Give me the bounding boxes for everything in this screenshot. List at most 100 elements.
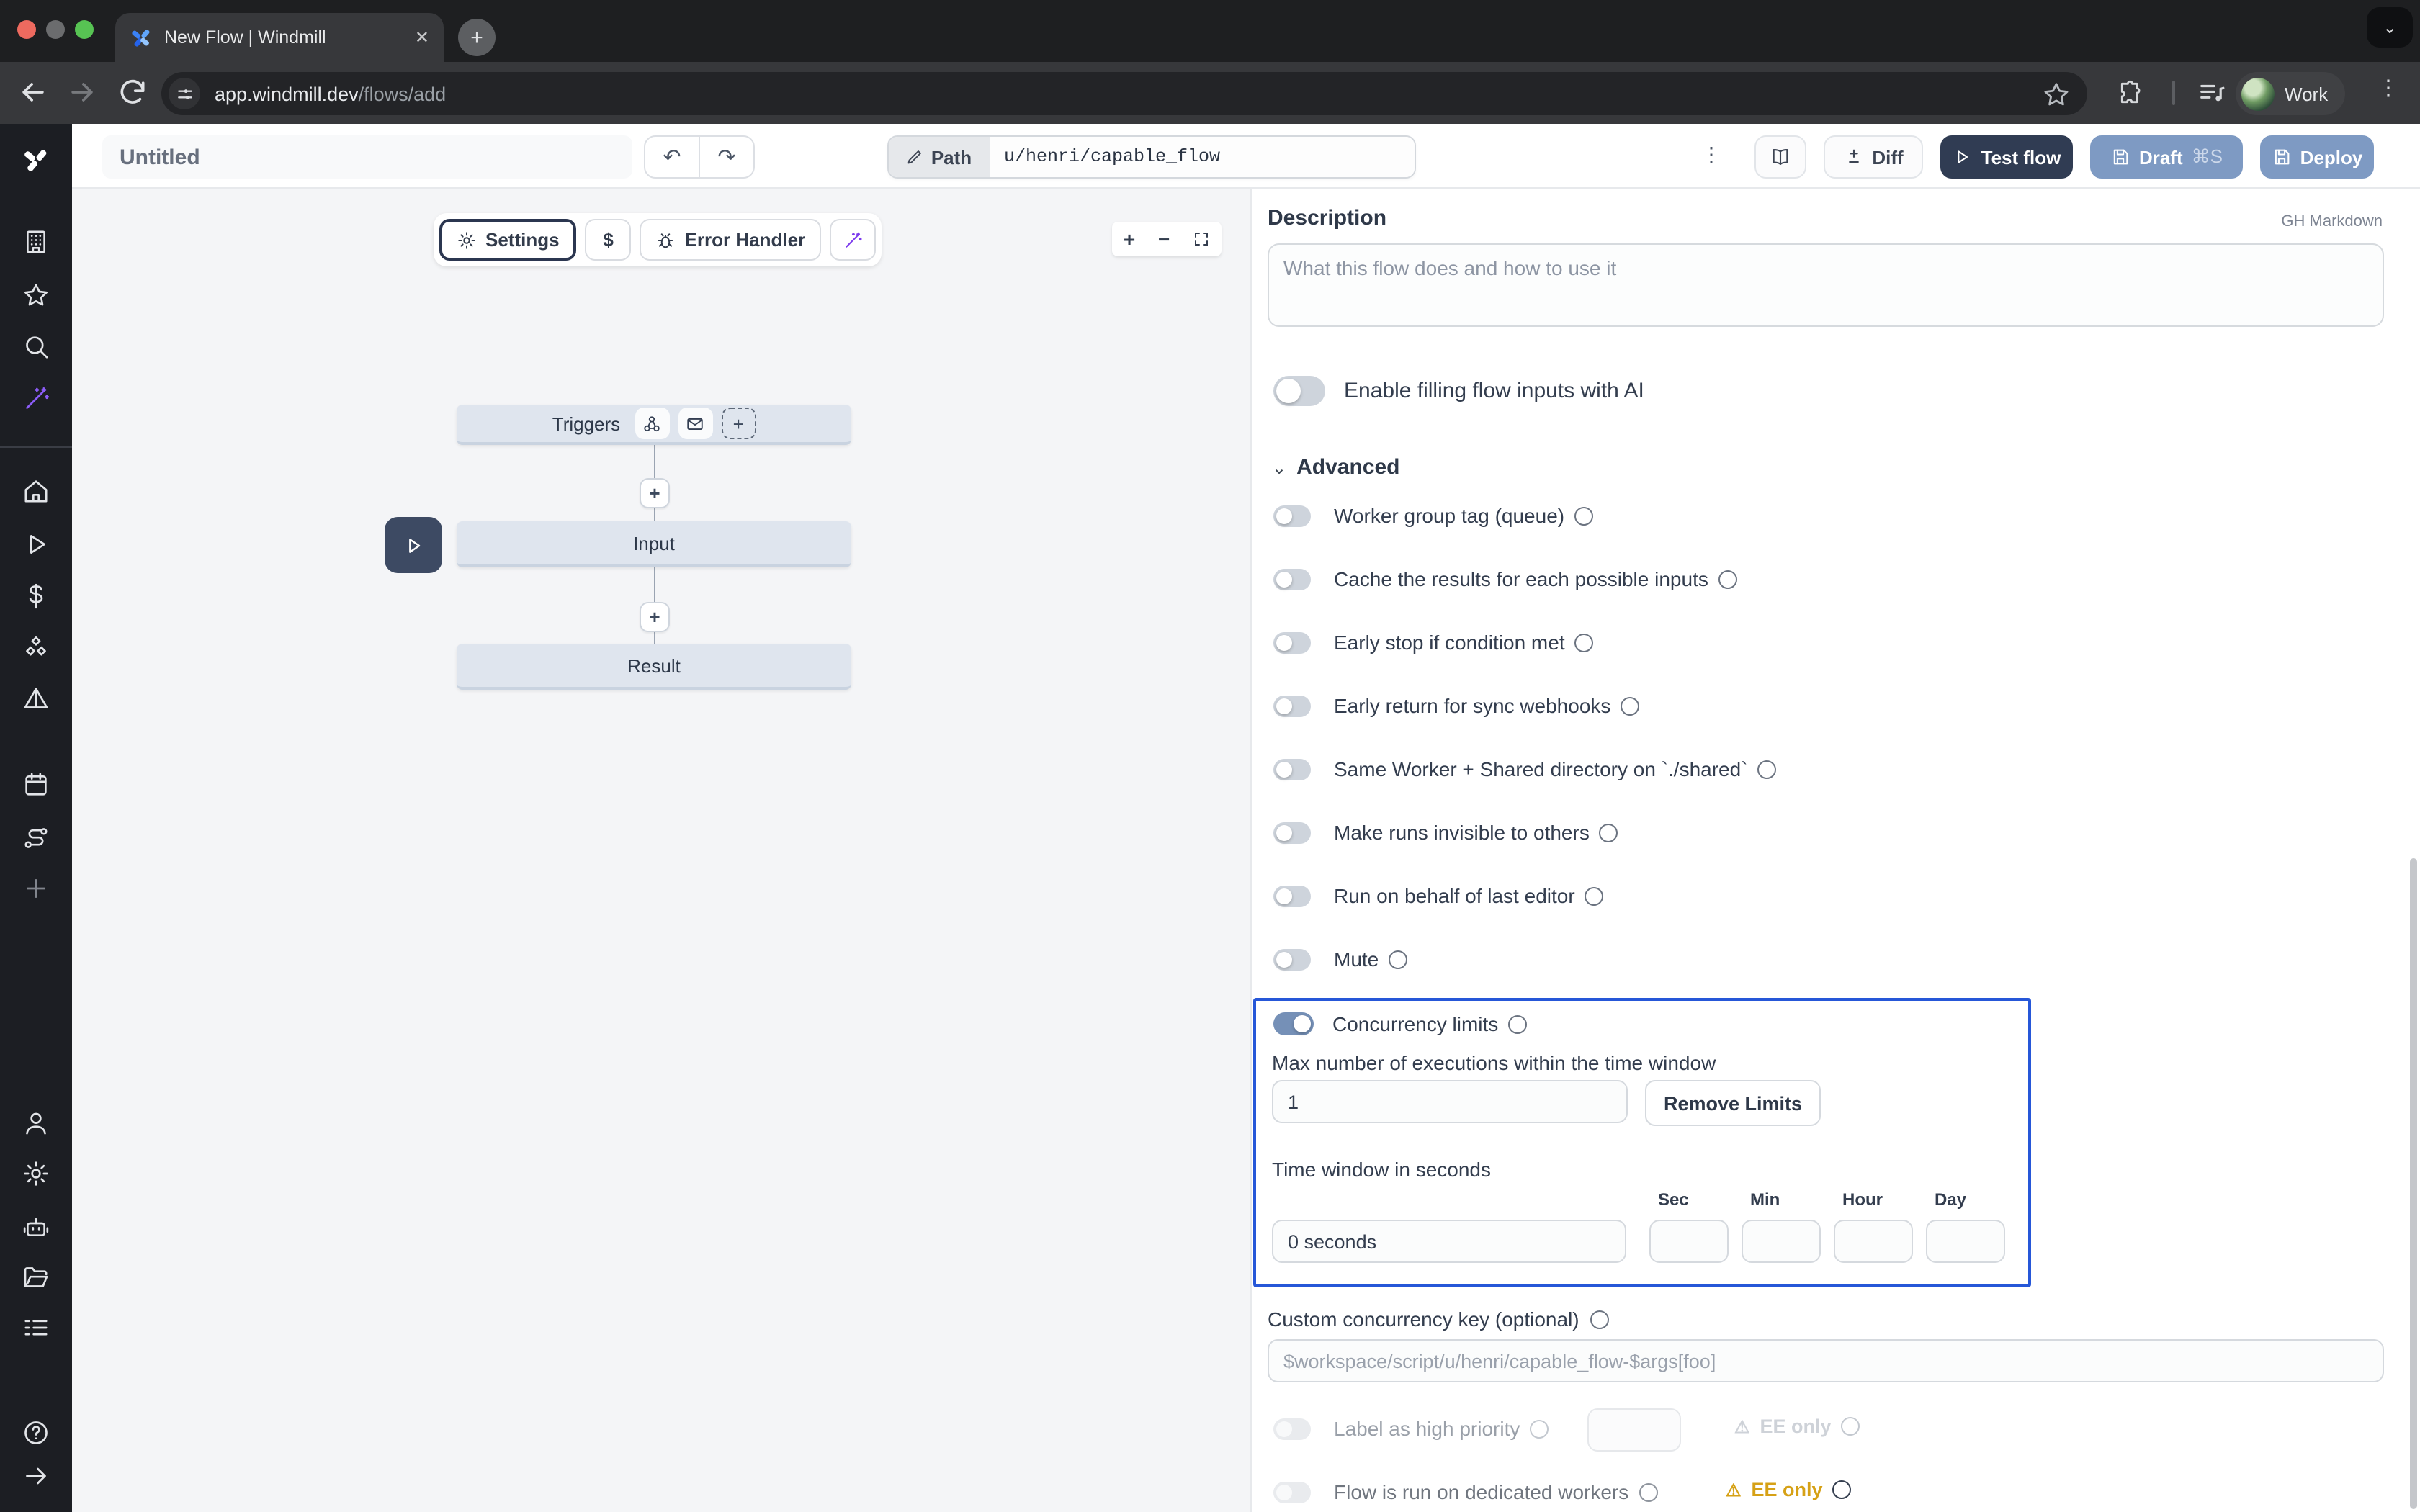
custom-key-input[interactable]	[1268, 1339, 2384, 1382]
ai-flow-button[interactable]	[830, 219, 876, 261]
sidebar-help-icon[interactable]	[22, 1418, 50, 1447]
early-return-toggle[interactable]	[1273, 695, 1311, 716]
sidebar-expand-arrow-icon[interactable]	[22, 1462, 50, 1490]
sidebar-item-users-icon[interactable]	[22, 1109, 50, 1138]
static-inputs-button[interactable]: $	[586, 219, 632, 261]
toggle-row-mute: Mute	[1273, 942, 1407, 976]
sidebar-item-calendar-icon[interactable]	[22, 770, 50, 799]
bookmark-star-icon[interactable]	[2043, 80, 2070, 107]
new-tab-button[interactable]: +	[458, 19, 496, 56]
deploy-button[interactable]: Deploy	[2260, 135, 2374, 179]
flow-path-control[interactable]: Path u/henri/capable_flow	[887, 135, 1416, 179]
flow-name-input[interactable]: Untitled	[102, 135, 632, 179]
sidebar-item-ai-wand-icon[interactable]	[22, 384, 50, 413]
reading-list-icon[interactable]	[2198, 79, 2226, 107]
same-worker-toggle[interactable]	[1273, 758, 1311, 780]
description-textarea[interactable]	[1268, 243, 2384, 327]
reload-button[interactable]	[117, 76, 148, 108]
sidebar-item-variables-icon[interactable]	[22, 582, 50, 611]
test-flow-button[interactable]: Test flow	[1940, 135, 2073, 179]
sidebar-item-settings-icon[interactable]	[22, 1159, 50, 1188]
info-icon[interactable]	[1600, 823, 1618, 842]
forward-button[interactable]	[66, 76, 98, 108]
info-icon[interactable]	[1758, 760, 1777, 778]
days-input[interactable]	[1926, 1220, 2005, 1263]
window-zoom-button[interactable]	[75, 20, 94, 39]
info-icon[interactable]	[1718, 570, 1737, 588]
sidebar-item-home-icon[interactable]	[22, 477, 50, 505]
invisible-runs-toggle[interactable]	[1273, 822, 1311, 843]
docs-book-button[interactable]	[1754, 135, 1806, 179]
browser-profile-button[interactable]: Work	[2236, 72, 2345, 115]
remove-limits-button[interactable]: Remove Limits	[1645, 1080, 1821, 1126]
email-trigger-button[interactable]	[678, 408, 712, 439]
cache-results-toggle[interactable]	[1273, 568, 1311, 590]
url-bar[interactable]: app.windmill.dev/flows/add	[161, 72, 2087, 115]
worker-group-toggle[interactable]	[1273, 505, 1311, 526]
run-input-button[interactable]	[385, 517, 442, 573]
info-icon[interactable]	[1508, 1014, 1527, 1033]
zoom-out-button[interactable]: −	[1158, 228, 1170, 251]
add-trigger-button[interactable]: +	[721, 408, 756, 439]
site-settings-icon[interactable]	[169, 78, 200, 109]
error-handler-button[interactable]: Error Handler	[640, 219, 822, 261]
windmill-logo[interactable]	[22, 145, 50, 174]
flow-settings-button[interactable]: Settings	[439, 219, 577, 261]
info-icon[interactable]	[1574, 506, 1593, 525]
zoom-in-button[interactable]: +	[1124, 228, 1135, 251]
sidebar-item-schedules-prism-icon[interactable]	[22, 684, 50, 713]
browser-tab[interactable]: New Flow | Windmill ✕	[115, 13, 444, 62]
seconds-input[interactable]	[1649, 1220, 1729, 1263]
run-on-behalf-toggle[interactable]	[1273, 885, 1311, 906]
path-value[interactable]: u/henri/capable_flow	[990, 137, 1415, 177]
sidebar-item-workspace-icon[interactable]	[22, 228, 50, 256]
settings-label: Settings	[485, 229, 560, 251]
webhook-trigger-button[interactable]	[635, 408, 669, 439]
minutes-input[interactable]	[1742, 1220, 1821, 1263]
sidebar-item-favorites-icon[interactable]	[22, 281, 50, 310]
panel-scrollbar[interactable]	[2410, 858, 2417, 1509]
window-minimize-button[interactable]	[46, 20, 65, 39]
hours-input[interactable]	[1834, 1220, 1913, 1263]
tab-search-button[interactable]: ⌄	[2367, 7, 2413, 48]
window-close-button[interactable]	[17, 20, 36, 39]
info-icon[interactable]	[1389, 950, 1407, 968]
sidebar-item-folders-icon[interactable]	[22, 1263, 50, 1292]
info-icon[interactable]	[1621, 696, 1639, 715]
sidebar-item-runs-icon[interactable]	[22, 530, 50, 559]
result-node[interactable]: Result	[457, 644, 851, 690]
undo-button[interactable]: ↶	[645, 137, 700, 177]
url-text[interactable]: app.windmill.dev/flows/add	[215, 83, 2043, 104]
more-options-icon[interactable]: ⋮	[1701, 143, 1721, 167]
insert-step-button[interactable]: +	[640, 478, 670, 508]
tab-close-icon[interactable]: ✕	[415, 27, 429, 48]
warning-icon: ⚠	[1734, 1416, 1750, 1436]
sidebar-item-flows-route-icon[interactable]	[22, 824, 50, 852]
concurrency-limits-toggle[interactable]	[1273, 1012, 1314, 1035]
info-icon[interactable]	[1833, 1480, 1852, 1499]
advanced-section-header[interactable]: ⌄ Advanced	[1272, 455, 1400, 480]
sidebar-item-workers-robot-icon[interactable]	[22, 1212, 50, 1241]
mute-toggle[interactable]	[1273, 948, 1311, 970]
info-icon[interactable]	[1591, 1310, 1610, 1328]
info-icon[interactable]	[1585, 886, 1604, 905]
max-executions-input[interactable]	[1272, 1080, 1628, 1123]
diff-button[interactable]: Diff	[1824, 135, 1923, 179]
browser-menu-icon[interactable]: ⋮	[2377, 75, 2400, 101]
draft-button[interactable]: Draft ⌘S	[2090, 135, 2243, 179]
redo-button[interactable]: ↷	[700, 137, 753, 177]
triggers-node[interactable]: Triggers +	[457, 405, 851, 445]
ai-inputs-toggle[interactable]	[1273, 376, 1325, 406]
flow-canvas[interactable]: Settings $ Error Handler + − Triggers	[72, 189, 1250, 1512]
sidebar-item-add-icon[interactable]	[22, 874, 50, 903]
extensions-puzzle-icon[interactable]	[2118, 79, 2145, 107]
back-button[interactable]	[17, 76, 49, 108]
fit-view-icon[interactable]	[1193, 230, 1210, 248]
input-node[interactable]: Input	[457, 521, 851, 567]
sidebar-item-audit-list-icon[interactable]	[22, 1313, 50, 1342]
sidebar-item-resources-icon[interactable]	[22, 634, 50, 662]
insert-step-button[interactable]: +	[640, 602, 670, 632]
info-icon[interactable]	[1575, 633, 1594, 652]
sidebar-item-search-icon[interactable]	[22, 333, 50, 361]
early-stop-toggle[interactable]	[1273, 631, 1311, 653]
